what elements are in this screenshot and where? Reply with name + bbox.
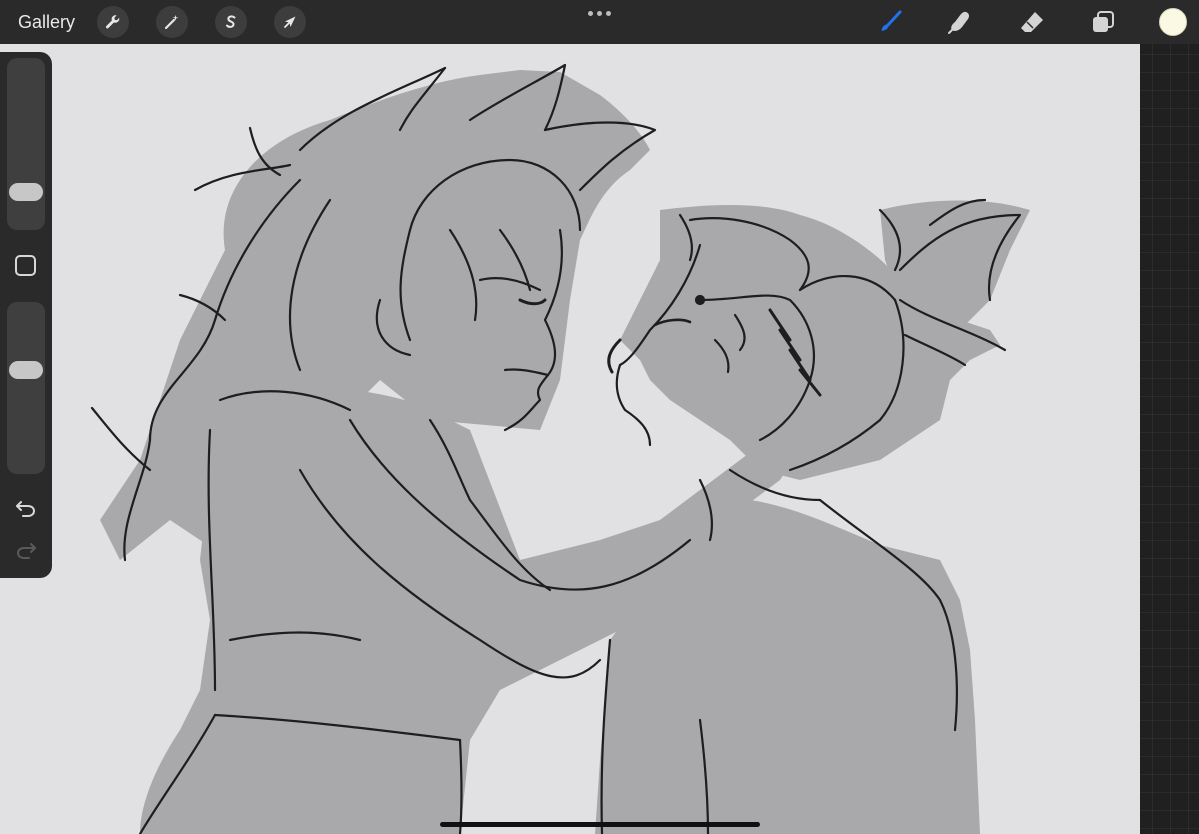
- selection-button[interactable]: [215, 6, 247, 38]
- more-options-icon[interactable]: [585, 8, 613, 18]
- undo-button[interactable]: [12, 496, 40, 520]
- brush-size-thumb[interactable]: [9, 183, 43, 201]
- wrench-icon: [105, 15, 120, 29]
- magic-wand-icon: [164, 15, 179, 30]
- color-picker-button[interactable]: [1159, 8, 1187, 36]
- home-indicator: [440, 822, 760, 827]
- modify-button[interactable]: [15, 255, 36, 276]
- selection-s-icon: [226, 15, 236, 28]
- brush-tool-button[interactable]: [874, 6, 906, 38]
- brush-opacity-thumb[interactable]: [9, 361, 43, 379]
- eraser-icon: [1021, 12, 1043, 32]
- smudge-finger-icon: [948, 11, 970, 34]
- adjustments-button[interactable]: [156, 6, 188, 38]
- transform-button[interactable]: [274, 6, 306, 38]
- redo-arrow-icon: [16, 543, 36, 559]
- top-toolbar: Gallery: [0, 0, 1199, 44]
- brush-size-slider[interactable]: [7, 58, 45, 230]
- gallery-button[interactable]: Gallery: [18, 10, 75, 34]
- smudge-tool-button[interactable]: [944, 6, 976, 38]
- procreate-app: Gallery: [0, 0, 1199, 834]
- drawing-canvas[interactable]: [0, 44, 1140, 834]
- redo-button[interactable]: [12, 538, 40, 562]
- sketch-artwork: [90, 63, 1030, 834]
- layers-button[interactable]: [1087, 6, 1119, 38]
- brush-opacity-slider[interactable]: [7, 302, 45, 474]
- eraser-tool-button[interactable]: [1016, 6, 1048, 38]
- brush-sidebar: [0, 52, 52, 578]
- actions-button[interactable]: [97, 6, 129, 38]
- layers-icon: [1093, 11, 1114, 32]
- brush-icon: [881, 10, 902, 31]
- undo-arrow-icon: [16, 501, 36, 517]
- arrow-cursor-icon: [284, 16, 296, 28]
